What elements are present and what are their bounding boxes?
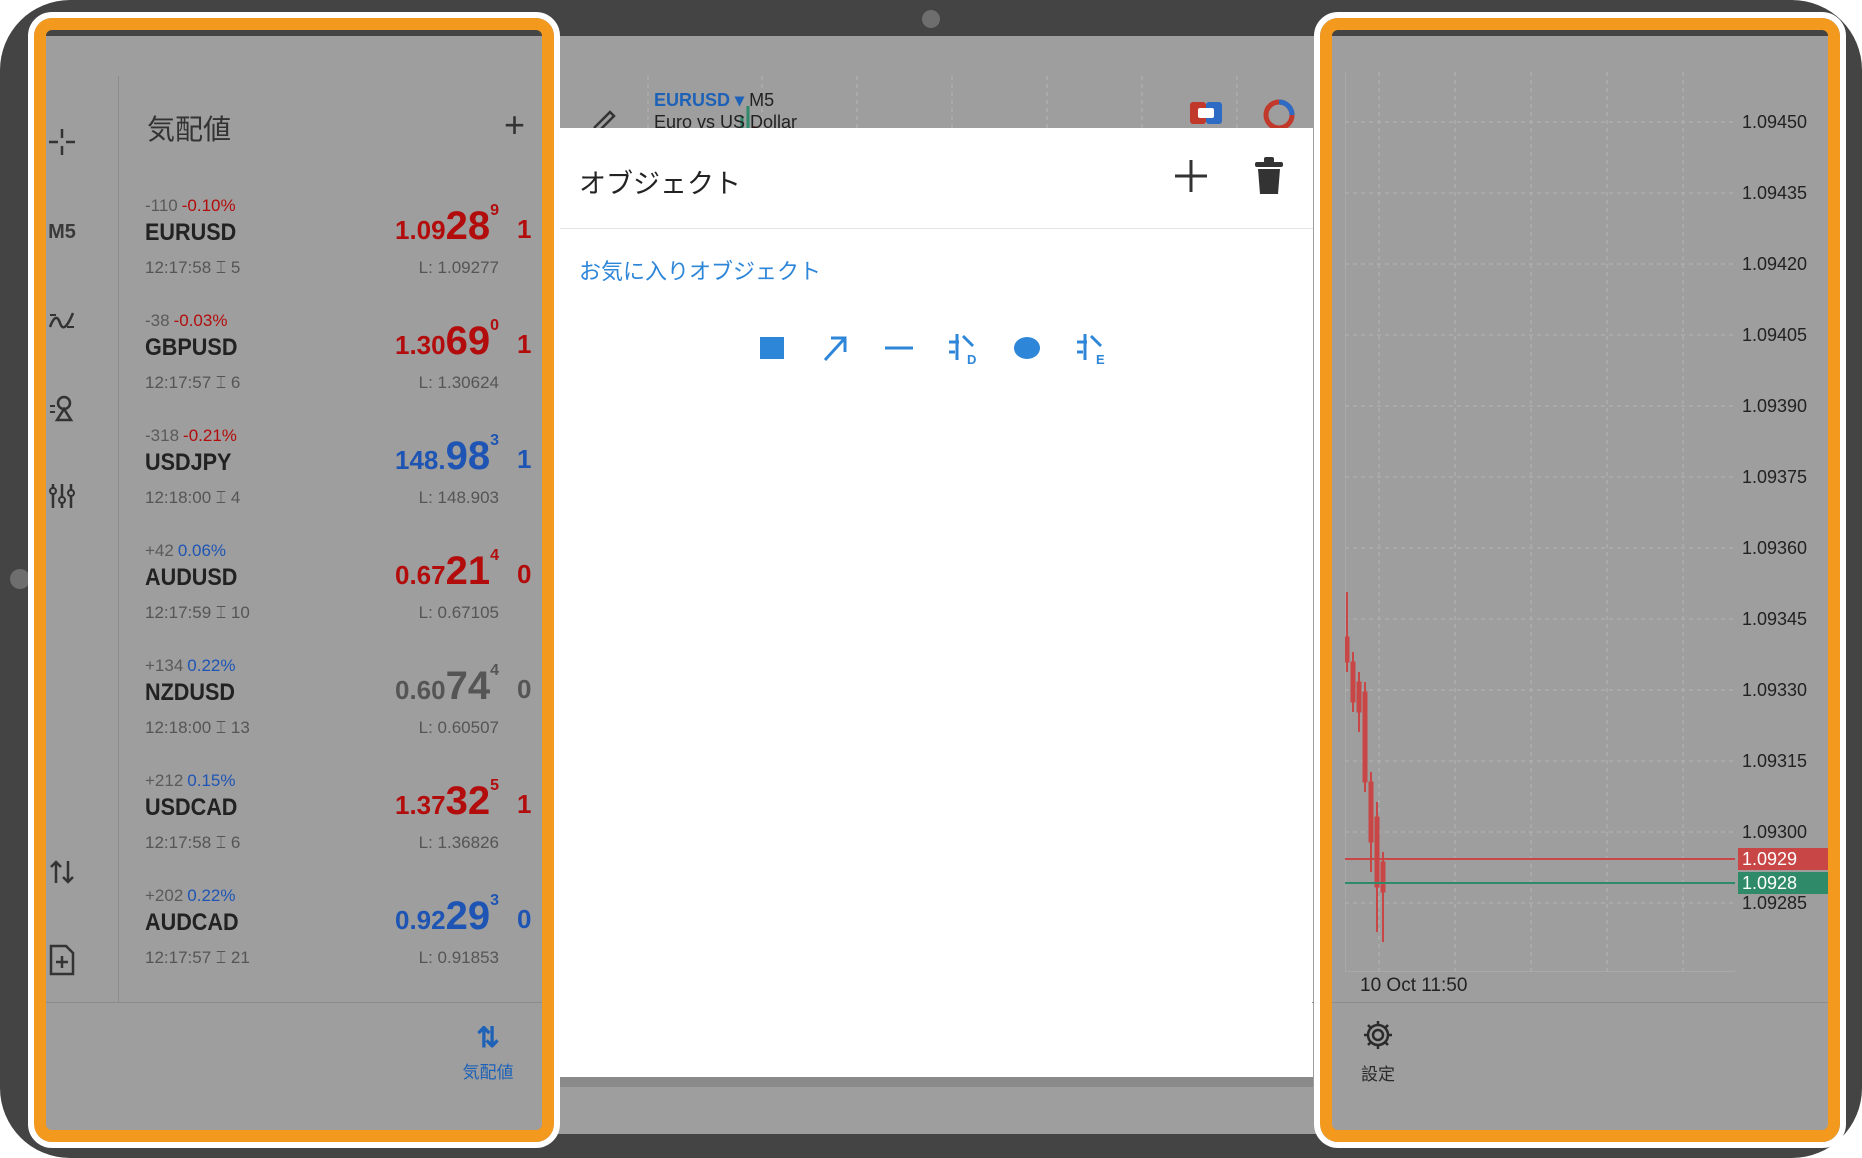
- svg-text:E: E: [1096, 352, 1105, 367]
- dialog-shadow: [555, 1077, 1313, 1087]
- chart-timeframe: M5: [749, 90, 775, 110]
- front-camera: [922, 10, 940, 28]
- objects-dialog-header: オブジェクト: [555, 128, 1313, 229]
- trash-icon[interactable]: [1251, 156, 1287, 196]
- plus-icon[interactable]: [1169, 154, 1213, 198]
- ellipse-icon[interactable]: [1007, 328, 1047, 368]
- fibo-e-icon[interactable]: E: [1071, 328, 1111, 368]
- svg-text:D: D: [967, 352, 976, 367]
- chart-symbol[interactable]: EURUSD ▾ M5: [654, 90, 774, 111]
- trading-signals-icon[interactable]: [1262, 98, 1296, 132]
- favorite-objects-label: お気に入りオブジェクト: [579, 259, 822, 284]
- highlight-frame-left: [28, 12, 560, 1148]
- side-sensor: [10, 569, 30, 589]
- chart-symbol-dropdown: ▾: [735, 90, 745, 110]
- highlight-frame-right: [1314, 12, 1846, 1148]
- objects-dialog-title: オブジェクト: [579, 169, 741, 199]
- chart-symbol-name: EURUSD: [654, 90, 731, 110]
- arrow-icon[interactable]: [815, 328, 855, 368]
- one-click-trading-icon[interactable]: [1188, 98, 1224, 128]
- rectangle-icon[interactable]: [751, 328, 791, 368]
- objects-dialog: オブジェクト お気に入りオブジェクト D E: [555, 128, 1313, 1079]
- chart-header: EURUSD ▾ M5 Euro vs US Dollar: [552, 36, 1312, 166]
- fibo-d-icon[interactable]: D: [943, 328, 983, 368]
- horizontal-line-icon[interactable]: [879, 328, 919, 368]
